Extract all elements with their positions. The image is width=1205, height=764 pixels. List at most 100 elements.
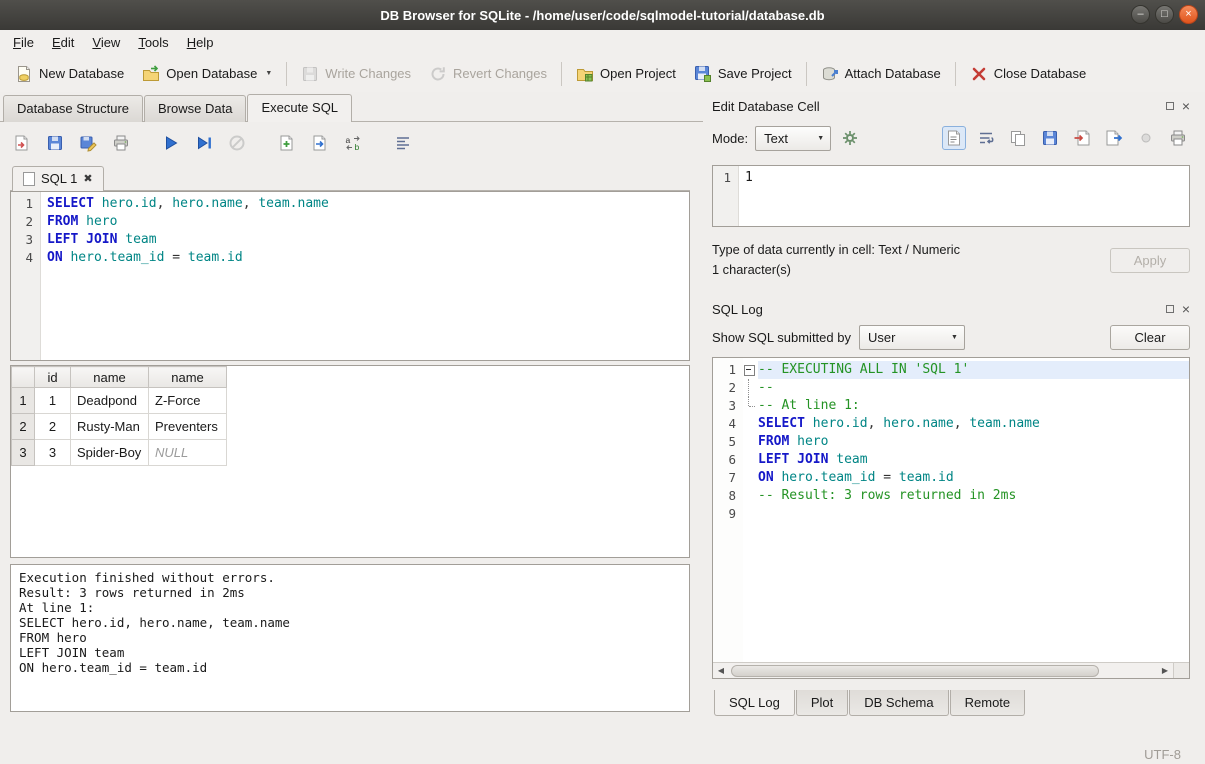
word-wrap-button[interactable] xyxy=(974,126,998,150)
line-number: 4 xyxy=(11,249,40,267)
cell[interactable]: Rusty-Man xyxy=(71,414,149,440)
save-sql-as-button[interactable] xyxy=(76,131,100,155)
line-number: 6 xyxy=(713,451,743,469)
bottom-tab-remote[interactable]: Remote xyxy=(950,690,1026,716)
cell[interactable]: Z-Force xyxy=(149,388,227,414)
close-icon[interactable]: × xyxy=(1179,5,1198,24)
editor-code-area[interactable]: SELECT hero.id, hero.name, team.nameFROM… xyxy=(41,192,689,360)
minimize-icon[interactable]: – xyxy=(1131,5,1150,24)
save-cell-button[interactable] xyxy=(1038,126,1062,150)
text-view-button[interactable] xyxy=(942,126,966,150)
float-panel-icon[interactable] xyxy=(1166,305,1174,313)
new-tab-icon xyxy=(278,134,296,152)
cell[interactable]: 3 xyxy=(35,440,71,466)
sql-file-icon xyxy=(23,172,35,186)
print-sql-button[interactable] xyxy=(109,131,133,155)
sql-editor[interactable]: 1234 SELECT hero.id, hero.name, team.nam… xyxy=(10,191,690,361)
new-database-button[interactable]: New Database xyxy=(6,60,133,88)
set-null-icon xyxy=(1137,129,1155,147)
code-line: ON hero.team_id = team.id xyxy=(758,469,1189,487)
print-sql-icon xyxy=(112,134,130,152)
toolbar-button-label: Save Project xyxy=(718,66,792,81)
menu-edit[interactable]: Edit xyxy=(43,30,83,55)
tab-execute-sql[interactable]: Execute SQL xyxy=(247,94,352,122)
maximize-icon[interactable]: □ xyxy=(1155,5,1174,24)
find-replace-button[interactable]: ab xyxy=(341,131,365,155)
attach-database-icon xyxy=(821,65,839,83)
new-tab-button[interactable] xyxy=(275,131,299,155)
close-panel-icon[interactable]: × xyxy=(1182,101,1190,111)
menu-tools[interactable]: Tools xyxy=(129,30,177,55)
column-header-id[interactable]: id xyxy=(35,367,71,388)
copy-button[interactable] xyxy=(1006,126,1030,150)
bottom-tab-sql-log[interactable]: SQL Log xyxy=(714,690,795,716)
fold-spacer xyxy=(743,415,756,433)
attach-database-button[interactable]: Attach Database xyxy=(812,60,950,88)
close-sql-tab-icon[interactable]: ✖ xyxy=(83,172,92,185)
sql-tab[interactable]: SQL 1 ✖ xyxy=(12,166,104,191)
close-database-button[interactable]: Close Database xyxy=(961,60,1096,88)
bottom-tab-plot[interactable]: Plot xyxy=(796,690,848,716)
toolbar-button-label: New Database xyxy=(39,66,124,81)
cell-editor[interactable]: 1 1 xyxy=(712,165,1190,227)
cell[interactable]: Deadpond xyxy=(71,388,149,414)
cell[interactable]: 2 xyxy=(35,414,71,440)
auto-format-button[interactable] xyxy=(391,131,415,155)
code-token xyxy=(78,214,86,229)
row-number[interactable]: 3 xyxy=(12,440,35,466)
sql-log-view[interactable]: 123456789 -- EXECUTING ALL IN 'SQL 1'---… xyxy=(712,357,1190,679)
scroll-right-icon[interactable]: ▶ xyxy=(1157,663,1173,679)
toolbar-separator xyxy=(258,138,266,148)
float-panel-icon[interactable] xyxy=(1166,102,1174,110)
cell[interactable]: Preventers xyxy=(149,414,227,440)
cell[interactable]: NULL xyxy=(149,440,227,466)
log-horizontal-scrollbar[interactable]: ◀ ▶ xyxy=(713,662,1189,678)
revert-changes-icon xyxy=(429,65,447,83)
execute-line-button[interactable] xyxy=(192,131,216,155)
results-grid[interactable]: idnamename11DeadpondZ-Force22Rusty-ManPr… xyxy=(10,365,690,558)
cell-editor-content[interactable]: 1 xyxy=(739,166,1189,226)
save-sql-file-button[interactable] xyxy=(43,131,67,155)
cell[interactable]: 1 xyxy=(35,388,71,414)
tab-browse-data[interactable]: Browse Data xyxy=(144,95,246,122)
save-project-button[interactable]: Save Project xyxy=(685,60,801,88)
bottom-tab-db-schema[interactable]: DB Schema xyxy=(849,690,948,716)
auto-mode-button[interactable] xyxy=(838,126,862,150)
encoding-label: UTF-8 xyxy=(1144,747,1181,762)
import-file-button[interactable] xyxy=(1070,126,1094,150)
gear-icon xyxy=(841,129,859,147)
menu-file[interactable]: File xyxy=(4,30,43,55)
open-tab-button[interactable] xyxy=(308,131,332,155)
open-project-button[interactable]: Open Project xyxy=(567,60,685,88)
open-sql-file-button[interactable] xyxy=(10,131,34,155)
export-file-button[interactable] xyxy=(1102,126,1126,150)
row-number[interactable]: 1 xyxy=(12,388,35,414)
execution-message: Execution finished without errors. Resul… xyxy=(10,564,690,712)
cell-mode-row: Mode: Text ▼ xyxy=(712,124,1190,152)
scroll-left-icon[interactable]: ◀ xyxy=(713,663,729,679)
tab-database-structure[interactable]: Database Structure xyxy=(3,95,143,122)
code-token: hero xyxy=(86,214,117,229)
chevron-down-icon[interactable]: ▼ xyxy=(265,70,272,77)
menu-help[interactable]: Help xyxy=(178,30,223,55)
open-database-button[interactable]: Open Database▼ xyxy=(133,60,281,88)
column-header-name[interactable]: name xyxy=(71,367,149,388)
close-panel-icon[interactable]: × xyxy=(1182,304,1190,314)
column-header-name[interactable]: name xyxy=(149,367,227,388)
scrollbar-thumb[interactable] xyxy=(731,665,1099,677)
print-cell-icon xyxy=(1169,129,1187,147)
row-number[interactable]: 2 xyxy=(12,414,35,440)
print-cell-button[interactable] xyxy=(1166,126,1190,150)
code-line: -- xyxy=(758,379,1189,397)
fold-spacer xyxy=(743,451,756,469)
log-filter-select[interactable]: User ▼ xyxy=(859,325,965,350)
cell[interactable]: Spider-Boy xyxy=(71,440,149,466)
fold-marker[interactable] xyxy=(743,361,756,379)
code-line: ON hero.team_id = team.id xyxy=(47,249,689,267)
menu-view[interactable]: View xyxy=(83,30,129,55)
mode-value: Text xyxy=(764,131,788,146)
mode-select[interactable]: Text ▼ xyxy=(755,126,831,151)
scrollbar-track[interactable] xyxy=(729,663,1157,679)
clear-log-button[interactable]: Clear xyxy=(1110,325,1190,350)
execute-all-button[interactable] xyxy=(159,131,183,155)
